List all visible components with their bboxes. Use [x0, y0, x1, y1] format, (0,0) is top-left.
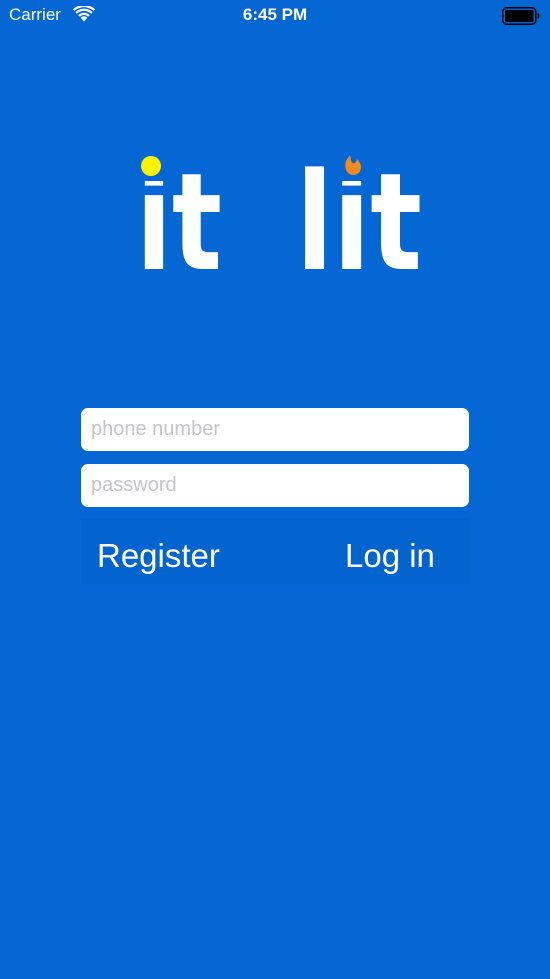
password-field[interactable]: [81, 464, 469, 507]
action-buttons: Register Log in: [81, 518, 469, 584]
login-button[interactable]: Log in: [345, 518, 435, 584]
phone-number-field[interactable]: [81, 408, 469, 451]
battery-full-icon: [502, 7, 540, 25]
status-time: 6:45 PM: [242, 5, 308, 24]
password-input[interactable]: [91, 464, 459, 507]
phone-number-input[interactable]: [91, 408, 459, 451]
logo-dot: [141, 156, 161, 176]
register-button[interactable]: Register: [97, 518, 220, 584]
status-bar: Carrier 6:45 PM: [0, 0, 550, 32]
app-logo: it lit: [136, 144, 422, 280]
